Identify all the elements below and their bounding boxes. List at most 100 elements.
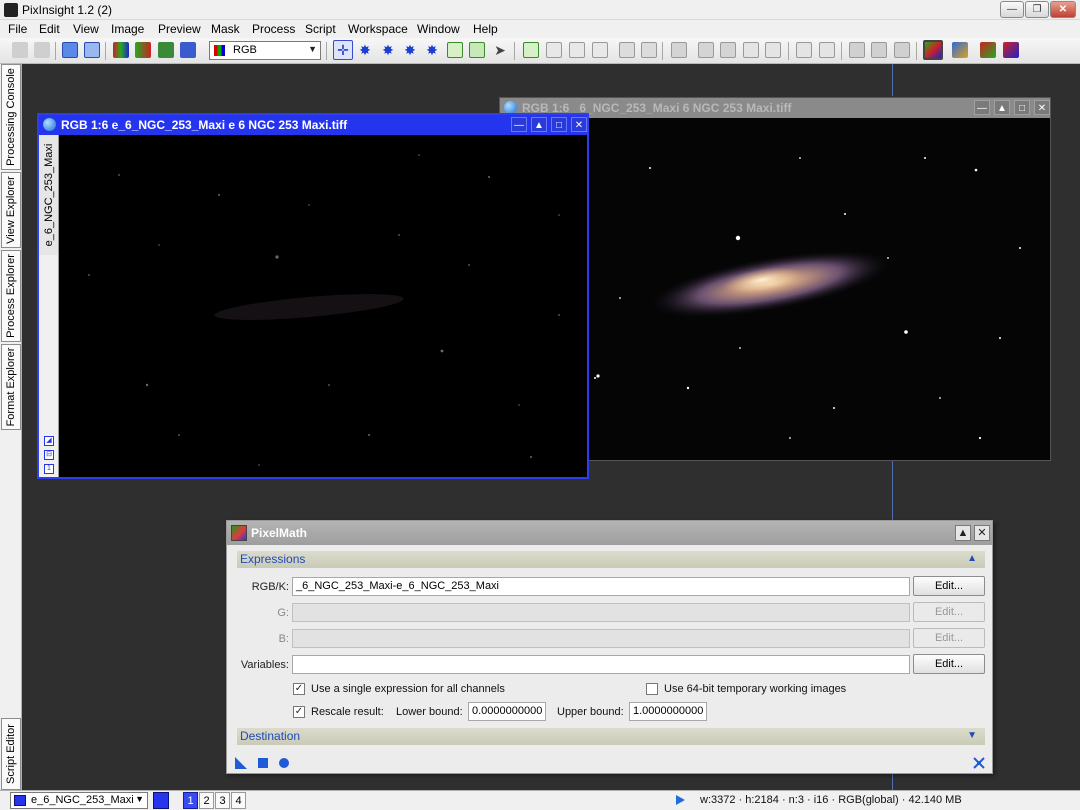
zoom-fit-icon[interactable]: ✸ xyxy=(402,42,418,58)
menu-edit[interactable]: Edit xyxy=(39,22,60,36)
console-icon[interactable] xyxy=(765,42,781,58)
edit-preview-icon[interactable] xyxy=(469,42,485,58)
menu-script[interactable]: Script xyxy=(305,22,336,36)
menu-workspace[interactable]: Workspace xyxy=(348,22,408,36)
rgb-channel-icon[interactable] xyxy=(113,42,129,58)
mask-select-icon[interactable] xyxy=(546,42,562,58)
shade-icon[interactable]: ▲ xyxy=(531,117,547,132)
workspace-tab-2[interactable]: 2 xyxy=(199,792,214,809)
pointer-icon[interactable]: ➤ xyxy=(492,42,508,58)
channel-green-icon[interactable] xyxy=(158,42,174,58)
difference-image[interactable] xyxy=(59,135,587,477)
reset-icon[interactable] xyxy=(973,757,985,769)
dock-tab-processing-console[interactable]: Processing Console xyxy=(1,64,21,170)
edit-b-button[interactable]: Edit... xyxy=(913,628,985,648)
history-icon[interactable] xyxy=(671,42,687,58)
zoom-box-small-icon[interactable]: ⊟ xyxy=(44,450,54,460)
menu-window[interactable]: Window xyxy=(417,22,460,36)
expand-icon[interactable]: ▼ xyxy=(967,730,977,741)
view-selector-tab[interactable]: e_6_NGC_253_Maxi xyxy=(39,135,59,255)
zoom-actual-icon[interactable]: ✸ xyxy=(424,42,440,58)
destination-section[interactable]: Destination ▼ xyxy=(237,728,985,745)
close-icon[interactable]: ✕ xyxy=(1034,100,1050,115)
new-image-icon[interactable] xyxy=(62,42,78,58)
close-icon[interactable]: ✕ xyxy=(1050,1,1076,18)
script-icon[interactable] xyxy=(743,42,759,58)
stf-icon[interactable] xyxy=(923,40,943,60)
edit-g-button[interactable]: Edit... xyxy=(913,602,985,622)
minimize-icon[interactable]: — xyxy=(511,117,527,132)
menu-process[interactable]: Process xyxy=(252,22,295,36)
distribute-icon[interactable] xyxy=(819,42,835,58)
edit-rgbk-button[interactable]: Edit... xyxy=(913,576,985,596)
image-window-titlebar[interactable]: RGB 1:6 e_6_NGC_253_Maxi e 6 NGC 253 Max… xyxy=(39,115,587,135)
view-list-icon[interactable] xyxy=(153,792,169,809)
channel-red-icon[interactable] xyxy=(135,42,151,58)
process-icon[interactable] xyxy=(698,42,714,58)
zoom-in-icon[interactable]: ✸ xyxy=(357,42,373,58)
clone-image-icon[interactable] xyxy=(84,42,100,58)
workspace-tab-3[interactable]: 3 xyxy=(215,792,230,809)
dock-tab-view-explorer[interactable]: View Explorer xyxy=(1,172,21,248)
screen-transfer-icon[interactable] xyxy=(980,42,996,58)
mask-show-icon[interactable] xyxy=(619,42,635,58)
workspace-tab-4[interactable]: 4 xyxy=(231,792,246,809)
redo-icon[interactable] xyxy=(34,42,50,58)
minimize-icon[interactable]: — xyxy=(974,100,990,115)
rescale-checkbox[interactable]: ✓ xyxy=(293,706,305,718)
histogram-icon[interactable] xyxy=(1003,42,1019,58)
cascade-icon[interactable] xyxy=(871,42,887,58)
color-space-select[interactable]: RGB ▼ xyxy=(209,41,321,60)
view-selector[interactable]: e_6_NGC_253_Maxi ▼ xyxy=(10,792,148,809)
pixelmath-titlebar[interactable]: PixelMath ▲ ✕ xyxy=(227,521,992,545)
maximize-icon[interactable]: □ xyxy=(1014,100,1030,115)
dock-tab-format-explorer[interactable]: Format Explorer xyxy=(1,344,21,430)
maximize-icon[interactable]: □ xyxy=(551,117,567,132)
shade-icon[interactable]: ▲ xyxy=(994,100,1010,115)
zoom-fit-small-icon[interactable]: ◢ xyxy=(44,436,54,446)
stf-auto-icon[interactable] xyxy=(952,42,968,58)
collapse-icon[interactable]: ▲ xyxy=(967,553,977,564)
rgbk-expression-input[interactable]: _6_NGC_253_Maxi-e_6_NGC_253_Maxi xyxy=(292,577,910,596)
channel-blue-icon[interactable] xyxy=(180,42,196,58)
mask-remove-icon[interactable] xyxy=(569,42,585,58)
apply-global-icon[interactable] xyxy=(278,757,290,769)
shade-icon[interactable]: ▲ xyxy=(955,525,971,541)
tile-icon[interactable] xyxy=(849,42,865,58)
minimize-icon[interactable]: — xyxy=(1000,1,1024,18)
b-expression-input[interactable] xyxy=(292,629,910,648)
iconize-icon[interactable] xyxy=(894,42,910,58)
zoom-1to1-small-icon[interactable]: 1 xyxy=(44,464,54,474)
use64bit-checkbox[interactable] xyxy=(646,683,658,695)
upper-bound-input[interactable]: 1.0000000000 xyxy=(629,702,707,721)
menu-view[interactable]: View xyxy=(73,22,99,36)
restore-icon[interactable]: ❐ xyxy=(1025,1,1049,18)
play-icon[interactable] xyxy=(676,795,685,805)
close-icon[interactable]: ✕ xyxy=(571,117,587,132)
menu-file[interactable]: File xyxy=(8,22,27,36)
readout-mode-icon[interactable]: ✛ xyxy=(333,40,353,60)
apply-icon[interactable] xyxy=(257,757,269,769)
mask-new-icon[interactable] xyxy=(523,42,539,58)
dock-tab-script-editor[interactable]: Script Editor xyxy=(1,718,21,790)
close-icon[interactable]: ✕ xyxy=(974,525,990,541)
lower-bound-input[interactable]: 0.0000000000 xyxy=(468,702,546,721)
menu-preview[interactable]: Preview xyxy=(158,22,201,36)
image-window-difference[interactable]: RGB 1:6 e_6_NGC_253_Maxi e 6 NGC 253 Max… xyxy=(37,113,589,479)
new-preview-icon[interactable] xyxy=(447,42,463,58)
dock-tab-process-explorer[interactable]: Process Explorer xyxy=(1,250,21,342)
mask-hide-icon[interactable] xyxy=(641,42,657,58)
single-expression-checkbox[interactable]: ✓ xyxy=(293,683,305,695)
menu-mask[interactable]: Mask xyxy=(211,22,240,36)
menu-image[interactable]: Image xyxy=(111,22,144,36)
undo-icon[interactable] xyxy=(12,42,28,58)
zoom-out-icon[interactable]: ✸ xyxy=(380,42,396,58)
variables-input[interactable] xyxy=(292,655,910,674)
expressions-section[interactable]: Expressions ▲ xyxy=(237,551,985,568)
edit-variables-button[interactable]: Edit... xyxy=(913,654,985,674)
g-expression-input[interactable] xyxy=(292,603,910,622)
workspace-tab-1[interactable]: 1 xyxy=(183,792,198,809)
new-instance-icon[interactable] xyxy=(235,757,247,769)
align-icon[interactable] xyxy=(796,42,812,58)
mask-invert-icon[interactable] xyxy=(592,42,608,58)
